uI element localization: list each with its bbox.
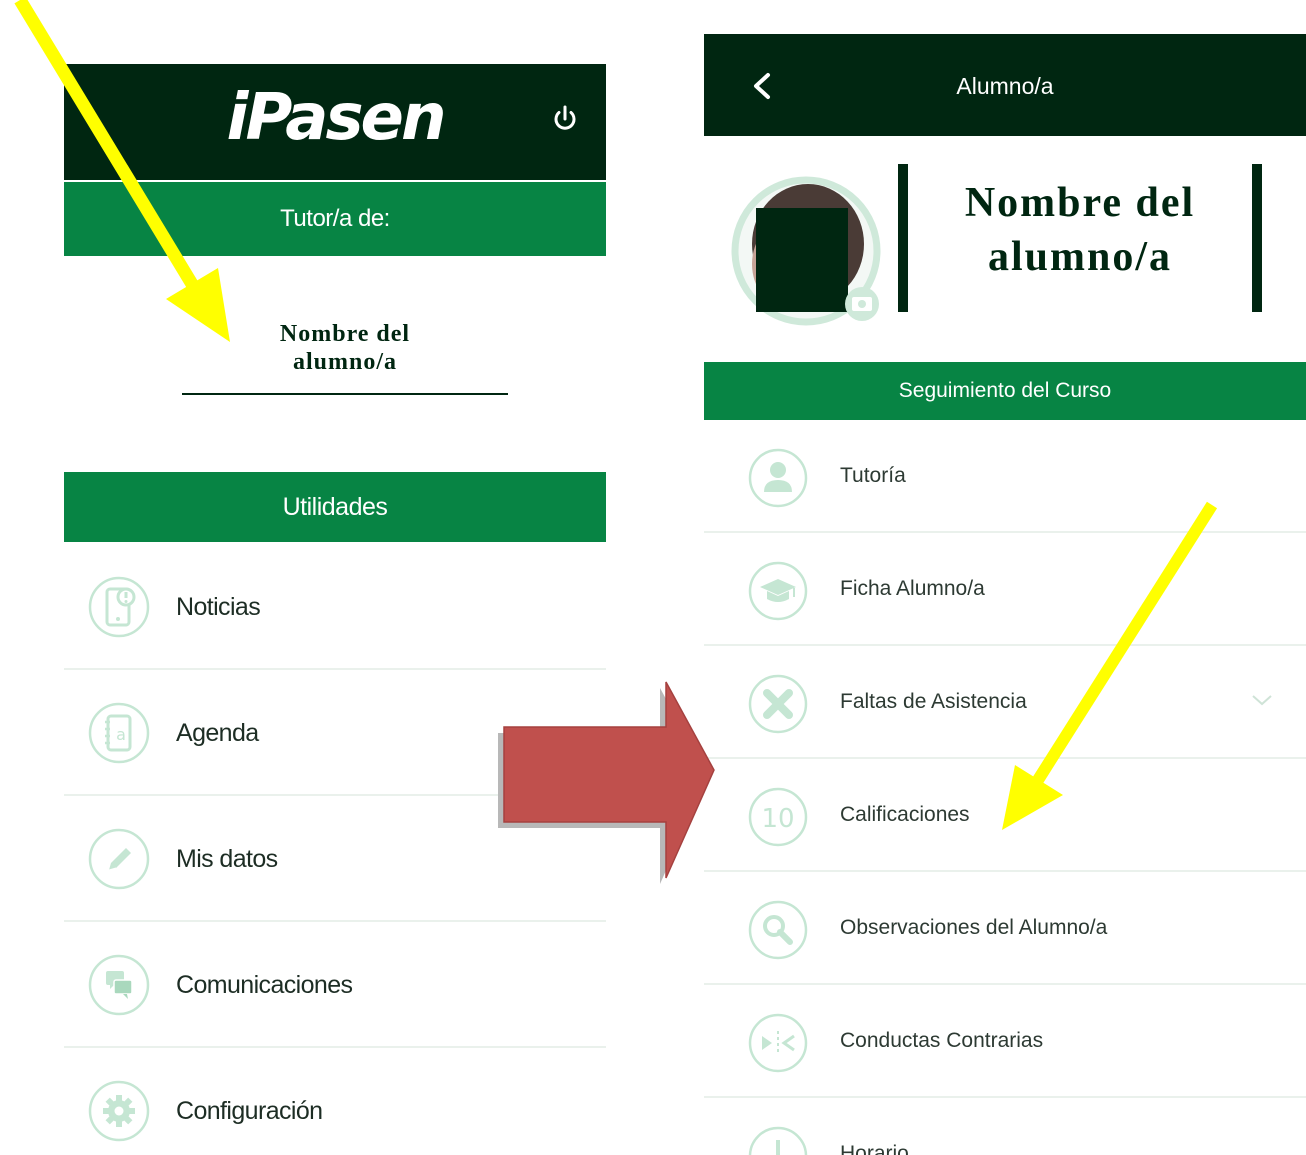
app-logo: iPasen — [226, 81, 447, 155]
conduct-icon — [748, 1013, 808, 1073]
person-icon — [748, 448, 808, 508]
menu-item-calificaciones[interactable]: 10 Calificaciones — [704, 759, 1306, 872]
menu-item-label: Ficha Alumno/a — [840, 577, 985, 600]
student-name-line-1: Nombre del — [279, 321, 411, 347]
menu-item-agenda[interactable]: a Agenda — [64, 670, 606, 796]
chevron-down-icon[interactable] — [1250, 692, 1274, 708]
menu-item-label: Agenda — [176, 719, 259, 747]
menu-item-conductas-contrarias[interactable]: Conductas Contrarias — [704, 985, 1306, 1098]
menu-item-horario[interactable]: Horario — [704, 1098, 1306, 1155]
menu-item-comunicaciones[interactable]: Comunicaciones — [64, 922, 606, 1048]
student-name-line-2: alumno/a — [292, 349, 398, 375]
clock-icon — [748, 1126, 808, 1155]
student-name-line-1: Nombre del — [964, 180, 1196, 226]
menu-item-label: Calificaciones — [840, 803, 970, 826]
menu-item-ficha-alumno[interactable]: Ficha Alumno/a — [704, 533, 1306, 646]
svg-text:10: 10 — [761, 804, 794, 834]
magnifier-icon — [748, 900, 808, 960]
student-avatar[interactable] — [724, 176, 890, 326]
menu-item-label: Horario — [840, 1142, 909, 1155]
menu-item-label: Comunicaciones — [176, 971, 353, 999]
menu-item-label: Faltas de Asistencia — [840, 690, 1027, 713]
menu-item-label: Noticias — [176, 593, 261, 621]
menu-item-label: Mis datos — [176, 845, 278, 873]
menu-item-label: Configuración — [176, 1097, 323, 1125]
course-section-header: Seguimiento del Curso — [704, 362, 1306, 420]
menu-item-mis-datos[interactable]: Mis datos — [64, 796, 606, 922]
power-icon[interactable] — [550, 104, 580, 134]
utilities-section-header: Utilidades — [64, 472, 606, 542]
grade-ten-icon: 10 — [748, 787, 808, 847]
graduation-cap-icon — [748, 561, 808, 621]
student-name-box: Nombre del alumno/a — [898, 164, 1262, 312]
menu-item-configuracion[interactable]: Configuración — [64, 1048, 606, 1155]
gear-icon — [88, 1080, 150, 1142]
menu-item-faltas-asistencia[interactable]: Faltas de Asistencia — [704, 646, 1306, 759]
student-name: Nombre del alumno/a — [908, 176, 1252, 284]
menu-item-observaciones[interactable]: Observaciones del Alumno/a — [704, 872, 1306, 985]
student-name-underline — [182, 393, 508, 395]
alumno-screen: Alumno/a Nombre del alumno/a Seguimiento… — [704, 34, 1306, 1155]
screen-title: Alumno/a — [956, 73, 1054, 99]
tutor-bar: Tutor/a de: — [64, 182, 606, 256]
app-header: Alumno/a — [704, 34, 1306, 136]
chat-bubbles-icon — [88, 954, 150, 1016]
app-header: iPasen — [64, 64, 606, 180]
menu-item-label: Tutoría — [840, 464, 906, 487]
ipasen-home-screen: iPasen Tutor/a de: Nombre del alumno/a U… — [64, 64, 606, 1155]
camera-icon — [845, 287, 879, 321]
pencil-icon — [88, 828, 150, 890]
svg-text:a: a — [116, 725, 126, 744]
menu-item-tutoria[interactable]: Tutoría — [704, 420, 1306, 533]
cross-icon — [748, 674, 808, 734]
menu-item-noticias[interactable]: Noticias — [64, 544, 606, 670]
student-name-line-2: alumno/a — [987, 234, 1173, 280]
student-name-link[interactable]: Nombre del alumno/a — [184, 320, 506, 376]
menu-item-label: Observaciones del Alumno/a — [840, 916, 1108, 939]
menu-item-label: Conductas Contrarias — [840, 1029, 1044, 1052]
news-phone-icon — [88, 576, 150, 638]
agenda-book-icon: a — [88, 702, 150, 764]
